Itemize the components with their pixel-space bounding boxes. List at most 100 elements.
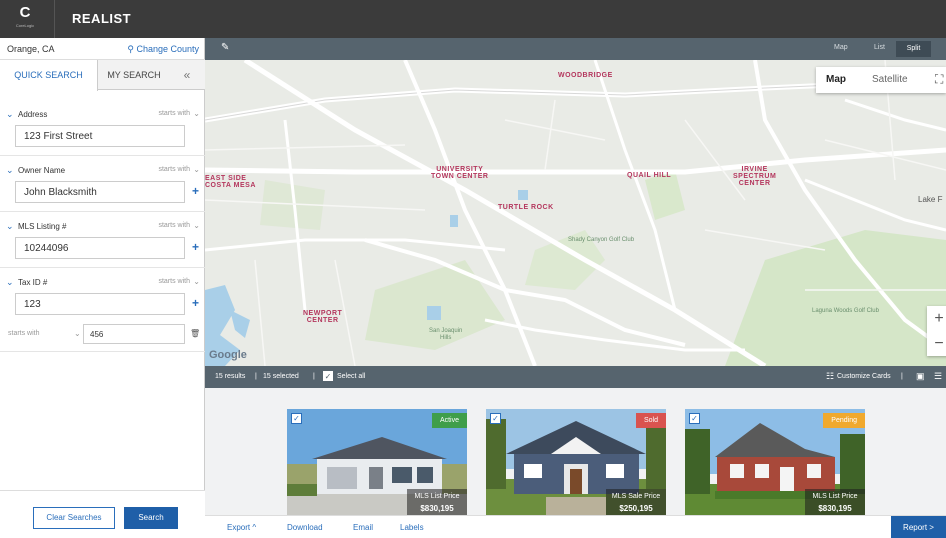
list-view-icon[interactable]: ☰ xyxy=(934,371,942,382)
price-box: MLS Sale Price $250,195 xyxy=(606,489,666,515)
download-link[interactable]: Download xyxy=(287,523,323,532)
chevron-down-icon: ⌄ xyxy=(193,277,200,286)
logo-mark: C xyxy=(19,4,31,21)
logo-subtitle: CoreLogic xyxy=(15,23,35,28)
address-label: Address xyxy=(18,110,48,119)
address-field-group: ⌄ Address starts with ⌄ xyxy=(0,100,205,156)
tax-id-match-mode[interactable]: starts with xyxy=(158,278,190,285)
email-link[interactable]: Email xyxy=(353,523,373,532)
trash-icon[interactable]: 🗑 xyxy=(190,329,200,338)
tab-my-search[interactable]: MY SEARCH xyxy=(99,60,169,90)
map-label-irvine-spectrum: IRVINE SPECTRUM CENTER xyxy=(733,166,777,187)
status-badge: Pending xyxy=(823,413,865,428)
county-label: Orange, CA xyxy=(7,44,55,54)
tax-id-input[interactable] xyxy=(15,293,185,315)
address-match-mode[interactable]: starts with xyxy=(158,110,190,117)
customize-cards-icon: ☷ xyxy=(826,371,835,381)
change-county-label: Change County xyxy=(136,44,199,54)
corelogic-logo[interactable]: C CoreLogic xyxy=(4,3,46,35)
map-label-quail-hill: QUAIL HILL xyxy=(627,172,672,179)
fullscreen-icon[interactable]: ⛶ xyxy=(935,72,943,87)
tax-id-field-header[interactable]: ⌄ Tax ID # starts with ⌄ xyxy=(6,277,202,291)
mls-listing-input[interactable] xyxy=(15,237,185,259)
map-toolbar: ✎ Map List Split xyxy=(205,38,946,60)
topbar-divider xyxy=(54,0,55,38)
address-field-header[interactable]: ⌄ Address starts with ⌄ xyxy=(6,109,202,123)
chevron-down-icon: ⌄ xyxy=(6,277,14,287)
mls-listing-label: MLS Listing # xyxy=(18,222,67,231)
tax-id-label: Tax ID # xyxy=(18,278,48,287)
owner-name-input[interactable] xyxy=(15,181,185,203)
mls-listing-match-mode[interactable]: starts with xyxy=(158,222,190,229)
mls-listing-field-group: ⌄ MLS Listing # starts with ⌄ + xyxy=(0,212,205,268)
clear-searches-button[interactable]: Clear Searches xyxy=(33,507,115,529)
results-divider: | xyxy=(901,373,903,380)
chevron-down-icon: ⌄ xyxy=(6,109,14,119)
price-label: MLS List Price xyxy=(812,493,858,500)
view-tab-list[interactable]: List xyxy=(874,44,885,51)
map-type-map-button[interactable]: Map xyxy=(826,74,846,85)
customize-cards-link[interactable]: Customize Cards xyxy=(837,373,891,380)
mls-listing-field-header[interactable]: ⌄ MLS Listing # starts with ⌄ xyxy=(6,221,202,235)
price-value: $830,195 xyxy=(818,504,852,513)
google-logo: Google xyxy=(209,349,247,361)
property-card[interactable]: ✓ Active MLS List Price $830,195 xyxy=(287,409,467,515)
collapse-panel-icon[interactable]: « xyxy=(172,60,202,90)
bottom-action-bar: Export ^ Download Email Labels Report > xyxy=(205,515,946,538)
pencil-icon[interactable]: ✎ xyxy=(221,42,229,53)
card-checkbox[interactable]: ✓ xyxy=(291,413,302,424)
map-type-satellite-button[interactable]: Satellite xyxy=(872,74,908,85)
map-label-lake-forest: Lake F xyxy=(918,195,943,204)
owner-name-field-group: ⌄ Owner Name starts with ⌄ + xyxy=(0,156,205,212)
select-all-label[interactable]: Select all xyxy=(337,373,365,380)
tab-quick-search[interactable]: QUICK SEARCH xyxy=(0,60,98,91)
search-actions: Clear Searches Search xyxy=(0,490,205,538)
export-menu[interactable]: Export ^ xyxy=(227,523,256,532)
results-toolbar: 15 results | 15 selected | ✓ Select all … xyxy=(205,366,946,388)
price-value: $830,195 xyxy=(420,504,454,513)
search-tabs: QUICK SEARCH MY SEARCH « xyxy=(0,60,205,91)
status-badge: Active xyxy=(431,413,467,428)
zoom-in-button[interactable]: + xyxy=(927,306,946,331)
view-tab-map[interactable]: Map xyxy=(834,44,848,51)
map-label-shady-canyon: Shady Canyon Golf Club xyxy=(568,237,635,243)
results-divider: | xyxy=(313,373,315,380)
results-count: 15 results xyxy=(215,373,246,380)
owner-name-field-header[interactable]: ⌄ Owner Name starts with ⌄ xyxy=(6,165,202,179)
chevron-down-icon: ⌄ xyxy=(74,329,81,338)
search-button[interactable]: Search xyxy=(124,507,178,529)
change-county-link[interactable]: ⚲ Change County xyxy=(127,44,199,55)
select-all-checkbox[interactable]: ✓ xyxy=(323,371,333,381)
map-view[interactable]: WOODBRIDGE UNIVERSITY TOWN CENTER QUAIL … xyxy=(205,60,946,366)
zoom-out-button[interactable]: − xyxy=(927,331,946,356)
map-label-newport-center: NEWPORT CENTER xyxy=(303,310,343,324)
add-owner-name-plus-icon[interactable]: + xyxy=(192,184,199,198)
results-divider: | xyxy=(255,373,257,380)
results-selected: 15 selected xyxy=(263,373,299,380)
tax-id-sub-input[interactable] xyxy=(83,324,185,344)
location-row: Orange, CA ⚲ Change County xyxy=(0,38,205,60)
labels-link[interactable]: Labels xyxy=(400,523,424,532)
top-bar: C CoreLogic REALIST xyxy=(0,0,946,38)
report-button[interactable]: Report > xyxy=(891,516,946,538)
tax-id-sub-match-mode[interactable]: starts with xyxy=(8,330,40,337)
property-card[interactable]: ✓ Sold MLS Sale Price $250,195 xyxy=(486,409,666,515)
zoom-control: + − xyxy=(927,306,946,356)
map-label-turtle-rock: TURTLE ROCK xyxy=(498,204,554,211)
view-tab-split[interactable]: Split xyxy=(896,41,931,57)
map-pin-icon: ⚲ xyxy=(127,44,134,54)
card-checkbox[interactable]: ✓ xyxy=(689,413,700,424)
map-type-control: Map Satellite ⛶ xyxy=(816,67,946,93)
tax-id-field-group: ⌄ Tax ID # starts with ⌄ + starts with ⌄… xyxy=(0,268,205,352)
owner-name-match-mode[interactable]: starts with xyxy=(158,166,190,173)
add-tax-id-plus-icon[interactable]: + xyxy=(192,296,199,310)
add-mls-listing-plus-icon[interactable]: + xyxy=(192,240,199,254)
price-label: MLS List Price xyxy=(414,493,460,500)
card-checkbox[interactable]: ✓ xyxy=(490,413,501,424)
property-card[interactable]: ✓ Pending MLS List Price $830,195 xyxy=(685,409,865,515)
map-label-woodbridge: WOODBRIDGE xyxy=(558,72,613,79)
property-cards: ✓ Active MLS List Price $830,195 ✓ Sold … xyxy=(205,388,946,515)
card-view-icon[interactable]: ▣ xyxy=(916,371,925,382)
address-input[interactable] xyxy=(15,125,185,147)
owner-name-label: Owner Name xyxy=(18,166,66,175)
